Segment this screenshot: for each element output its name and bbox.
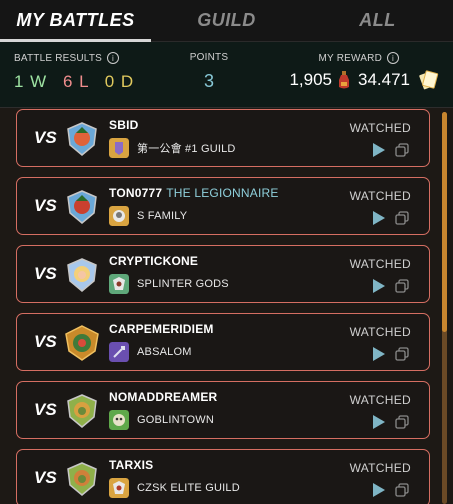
opponent-avatar xyxy=(65,325,99,361)
tab-bar: MY BATTLES GUILD ALL xyxy=(0,0,453,42)
player-name: CRYPTICKONE xyxy=(109,254,199,268)
opponent-avatar xyxy=(65,189,99,225)
info-icon[interactable]: i xyxy=(107,52,120,64)
battle-row[interactable]: VS CRYPTICKONE SPLINTER GODS WATCHED xyxy=(16,245,430,303)
guild-name[interactable]: 第一公會 #1 GUILD xyxy=(137,140,236,156)
play-icon[interactable] xyxy=(373,415,385,429)
vs-label: VS xyxy=(34,264,57,283)
watched-status: WATCHED xyxy=(349,189,411,203)
opponent-avatar xyxy=(65,121,99,157)
player-name: SBID xyxy=(109,118,139,132)
my-reward: MY REWARD i 1,905 34.471 xyxy=(249,42,439,107)
copy-icon[interactable] xyxy=(395,347,409,361)
battle-row[interactable]: VS TARXIS CZSK ELITE GUILD WATCHED xyxy=(16,449,430,504)
play-icon[interactable] xyxy=(373,483,385,497)
draws-count: 0 D xyxy=(104,72,135,91)
points: POINTS 3 xyxy=(169,42,249,107)
battle-results-label: BATTLE RESULTS xyxy=(14,52,103,64)
guild-crest-icon xyxy=(109,138,129,158)
opponent-avatar xyxy=(65,257,99,293)
copy-icon[interactable] xyxy=(395,143,409,157)
play-icon[interactable] xyxy=(373,279,385,293)
tab-all[interactable]: ALL xyxy=(302,0,453,41)
guild-crest-icon xyxy=(109,342,129,362)
battle-row[interactable]: VS NOMADDREAMER GOBLINTOWN WATCHED xyxy=(16,381,430,439)
copy-icon[interactable] xyxy=(395,483,409,497)
guild-name[interactable]: SPLINTER GODS xyxy=(137,278,229,290)
opponent-avatar xyxy=(65,393,99,429)
copy-icon[interactable] xyxy=(395,211,409,225)
watched-status: WATCHED xyxy=(349,121,411,135)
losses-count: 6 L xyxy=(62,72,89,91)
vs-label: VS xyxy=(34,196,57,215)
vs-label: VS xyxy=(34,400,57,419)
player-name: NOMADDREAMER xyxy=(109,390,218,404)
my-reward-label: MY REWARD xyxy=(318,52,382,64)
battle-row[interactable]: VS SBID 第一公會 #1 GUILD WATCHED xyxy=(16,109,430,167)
stats-panel: BATTLE RESULTS i 1 W 6 L 0 D POINTS 3 MY… xyxy=(0,42,453,108)
battle-row[interactable]: VS TON0777 THE LEGIONNAIRE S FAMILY WATCH… xyxy=(16,177,430,235)
guild-name[interactable]: ABSALOM xyxy=(137,346,192,358)
points-label: POINTS xyxy=(189,52,229,63)
guild-crest-icon xyxy=(109,478,129,498)
points-value: 3 xyxy=(203,71,214,91)
guild-crest-icon xyxy=(109,410,129,430)
play-icon[interactable] xyxy=(373,143,385,157)
watched-status: WATCHED xyxy=(349,325,411,339)
player-name: TON0777 xyxy=(109,186,163,200)
player-name: TARXIS xyxy=(109,458,154,472)
guild-name[interactable]: GOBLINTOWN xyxy=(137,414,214,426)
battle-list: VS SBID 第一公會 #1 GUILD WATCHED VS TON0777… xyxy=(0,109,453,504)
copy-icon[interactable] xyxy=(395,415,409,429)
watched-status: WATCHED xyxy=(349,393,411,407)
tab-my-battles[interactable]: MY BATTLES xyxy=(0,0,151,42)
vs-label: VS xyxy=(34,332,57,351)
battle-row[interactable]: VS CARPEMERIDIEM ABSALOM WATCHED xyxy=(16,313,430,371)
guild-name[interactable]: S FAMILY xyxy=(137,210,187,222)
guild-crest-icon xyxy=(109,274,129,294)
play-icon[interactable] xyxy=(373,347,385,361)
potion-icon xyxy=(339,71,349,89)
player-name: CARPEMERIDIEM xyxy=(109,322,214,336)
guild-name[interactable]: CZSK ELITE GUILD xyxy=(137,482,240,494)
copy-icon[interactable] xyxy=(395,279,409,293)
watched-status: WATCHED xyxy=(349,461,411,475)
tab-guild[interactable]: GUILD xyxy=(151,0,302,41)
reward-cards: 34.471 xyxy=(358,70,410,89)
watched-status: WATCHED xyxy=(349,257,411,271)
scrollbar-thumb[interactable] xyxy=(442,112,447,332)
vs-label: VS xyxy=(34,468,57,487)
wins-count: 1 W xyxy=(14,72,48,91)
info-icon[interactable]: i xyxy=(387,52,399,64)
guild-crest-icon xyxy=(109,206,129,226)
card-pack-icon xyxy=(419,70,439,90)
reward-potions: 1,905 xyxy=(289,70,332,89)
play-icon[interactable] xyxy=(373,211,385,225)
opponent-avatar xyxy=(65,461,99,497)
player-title: THE LEGIONNAIRE xyxy=(166,186,279,200)
vs-label: VS xyxy=(34,128,57,147)
scrollbar[interactable] xyxy=(442,112,447,504)
battle-results: BATTLE RESULTS i 1 W 6 L 0 D xyxy=(14,42,169,107)
